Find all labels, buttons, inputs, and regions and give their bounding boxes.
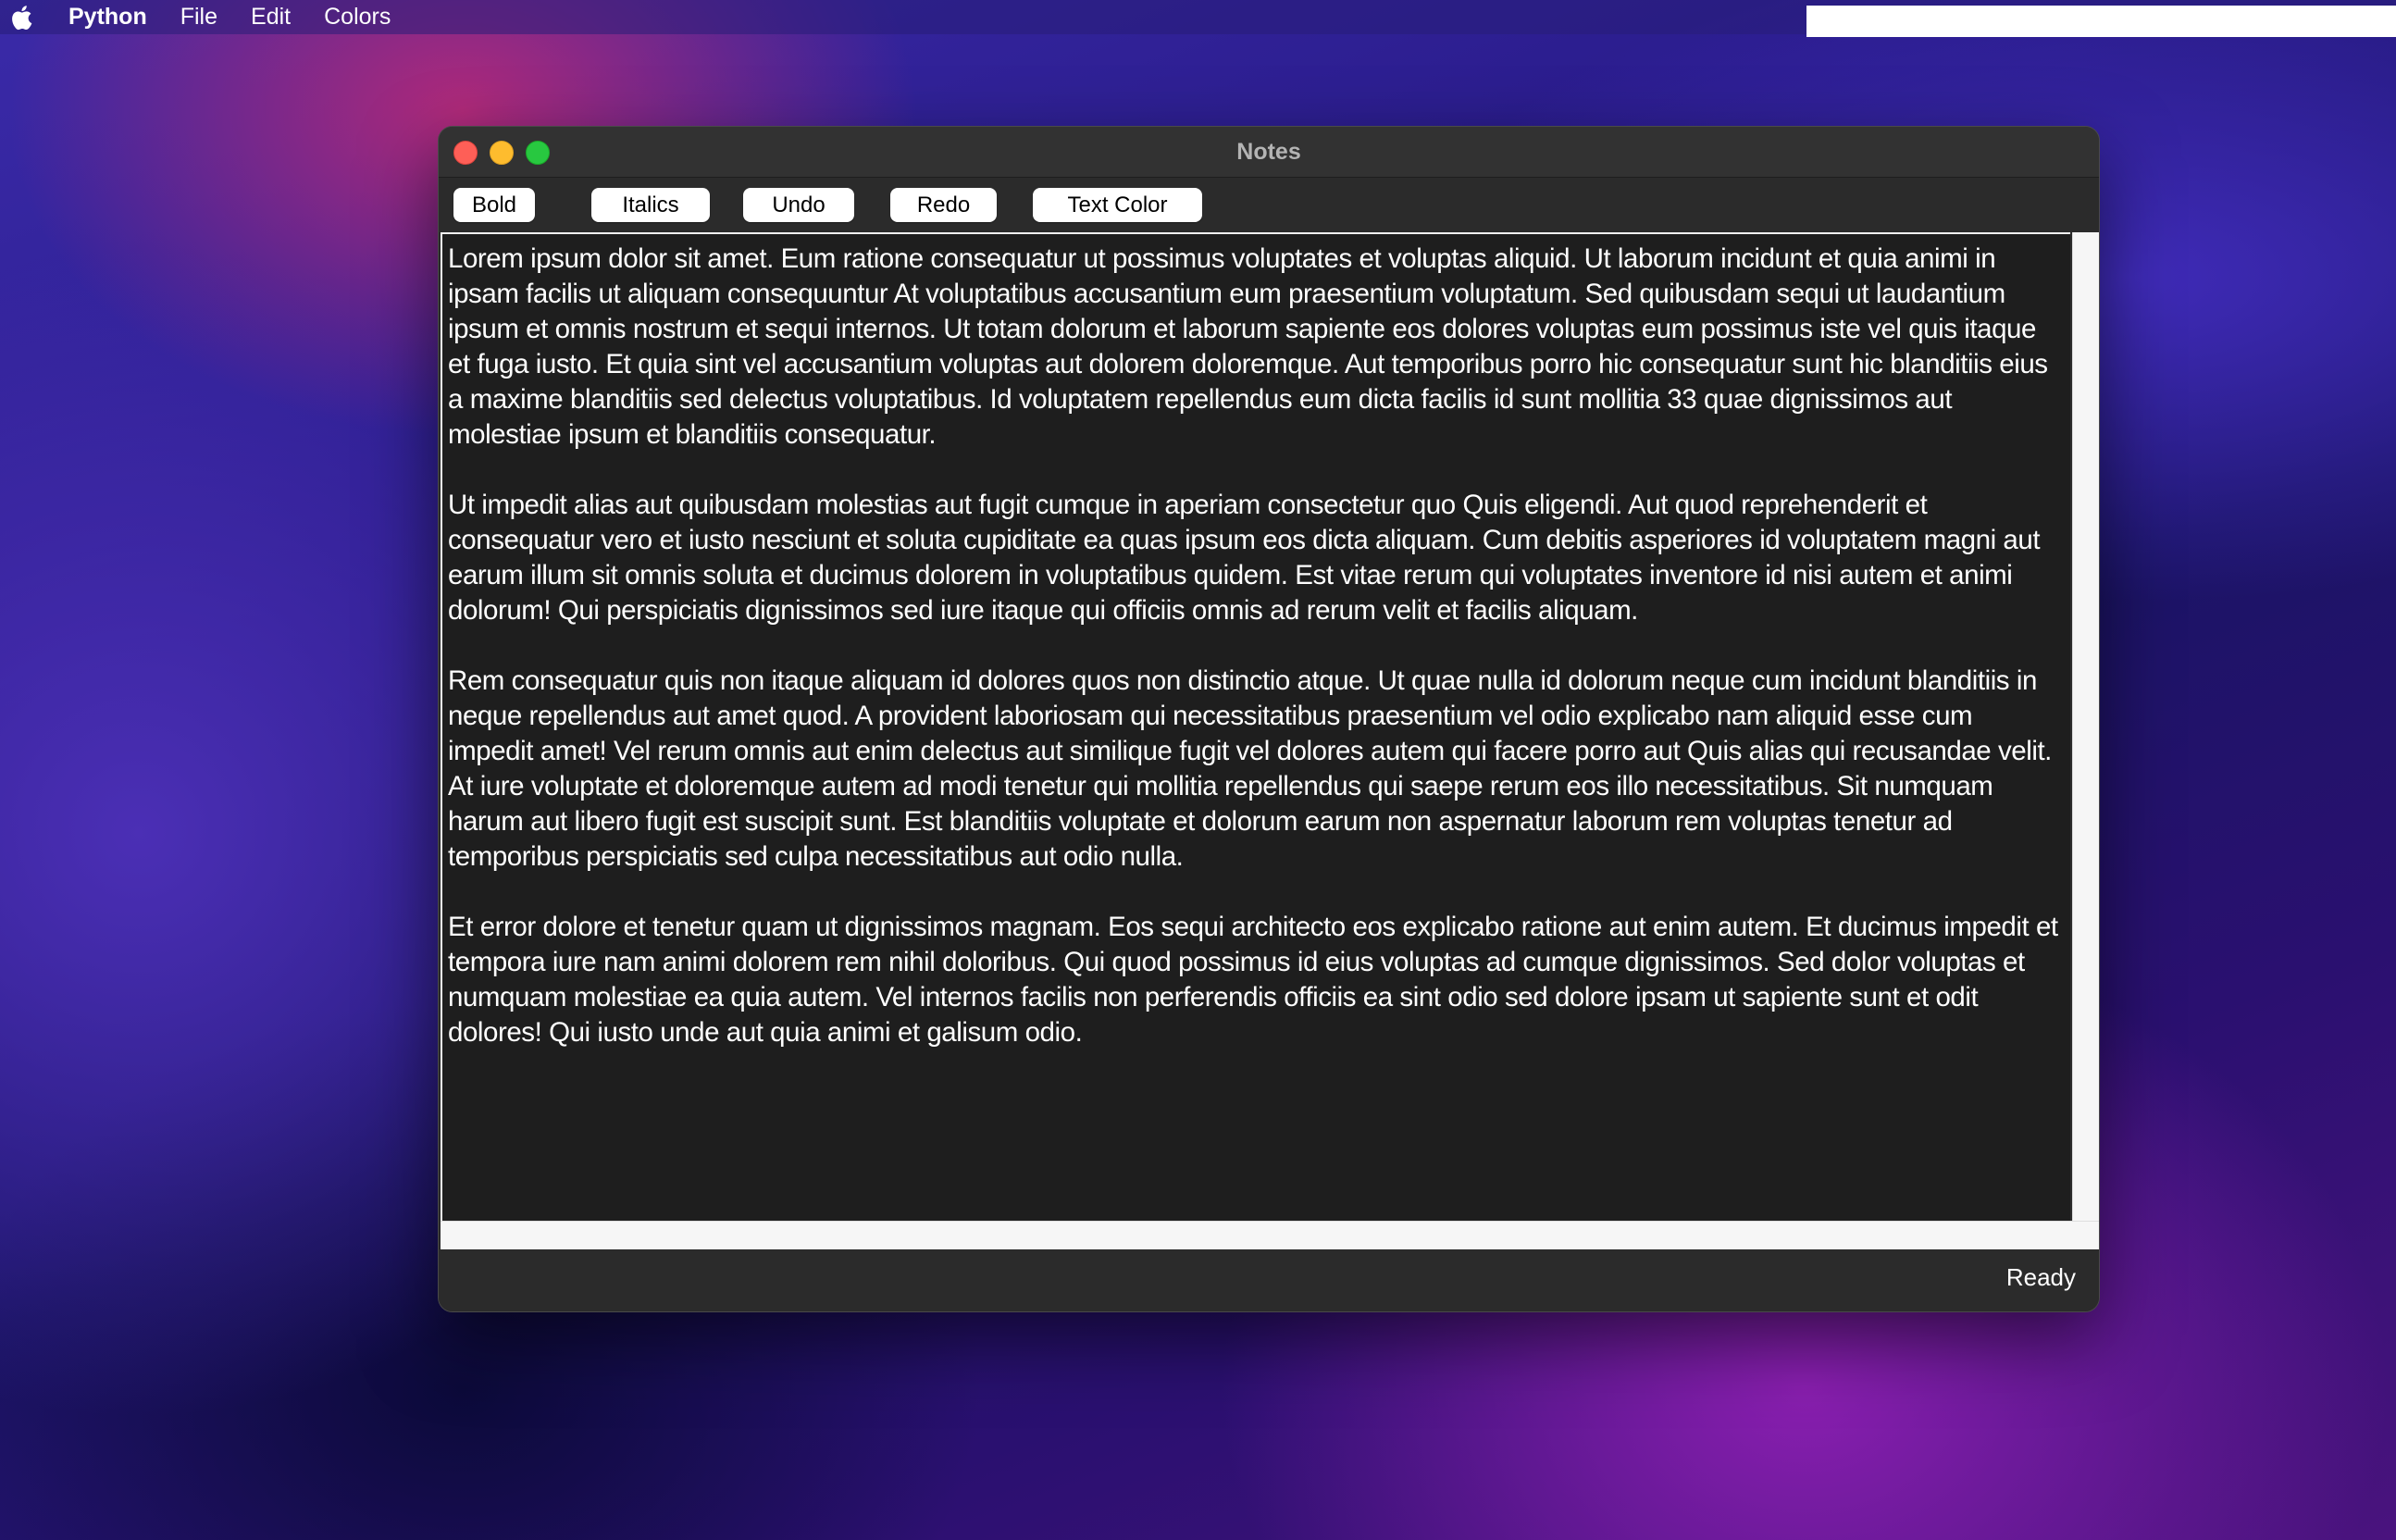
text-editor[interactable]: Lorem ipsum dolor sit amet. Eum ratione … xyxy=(441,232,2070,1221)
paragraph: Lorem ipsum dolor sit amet. Eum ratione … xyxy=(448,243,2048,450)
undo-button[interactable]: Undo xyxy=(743,188,854,222)
menu-colors[interactable]: Colors xyxy=(307,0,407,34)
redo-button[interactable]: Redo xyxy=(890,188,997,222)
menu-bar: Python File Edit Colors xyxy=(0,0,2396,37)
toolbar: Bold Italics Undo Redo Text Color xyxy=(439,178,2099,224)
paragraph: Et error dolore et tenetur quam ut digni… xyxy=(448,912,2058,1048)
notes-window: Notes Bold Italics Undo Redo Text Color … xyxy=(438,126,2100,1312)
menu-file[interactable]: File xyxy=(164,0,234,34)
bold-button[interactable]: Bold xyxy=(453,188,535,222)
status-text: Ready xyxy=(2005,1263,2076,1291)
window-title: Notes xyxy=(1236,139,1301,165)
menu-edit[interactable]: Edit xyxy=(234,0,307,34)
apple-logo-icon[interactable] xyxy=(2,0,41,34)
editor-content[interactable]: Lorem ipsum dolor sit amet. Eum ratione … xyxy=(448,242,2063,1086)
window-titlebar[interactable]: Notes xyxy=(439,127,2099,178)
paragraph: Ut impedit alias aut quibusdam molestias… xyxy=(448,490,2041,626)
status-bar: Ready xyxy=(439,1249,2099,1311)
vertical-scrollbar[interactable] xyxy=(2072,232,2099,1221)
horizontal-scrollbar[interactable] xyxy=(441,1221,2099,1249)
paragraph: Rem consequatur quis non itaque aliquam … xyxy=(448,665,2052,872)
text-color-button[interactable]: Text Color xyxy=(1033,188,1202,222)
menu-bar-status-area xyxy=(1806,6,2396,37)
italics-button[interactable]: Italics xyxy=(591,188,710,222)
menu-app-python[interactable]: Python xyxy=(41,0,164,34)
